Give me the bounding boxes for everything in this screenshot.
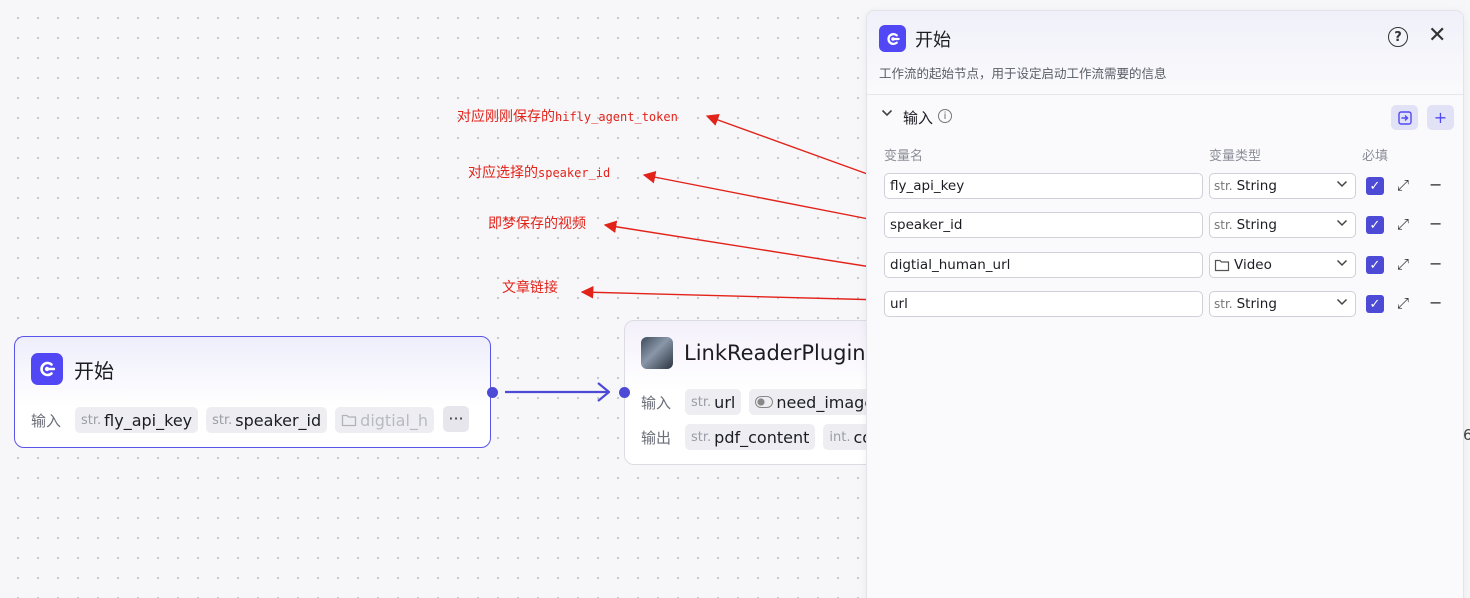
panel-divider [867, 94, 1463, 95]
import-icon [1397, 110, 1412, 125]
link-input-port[interactable] [619, 387, 630, 398]
remove-variable-button[interactable]: − [1429, 254, 1442, 273]
expand-icon[interactable]: ⤢ [1397, 255, 1409, 273]
variable-name-input[interactable]: digtial_human_url [884, 252, 1203, 278]
variable-type-select[interactable]: str. String [1209, 212, 1356, 238]
chevron-down-icon [1336, 296, 1348, 310]
required-checkbox[interactable]: ✓ [1366, 177, 1384, 195]
info-icon[interactable]: i [938, 109, 952, 123]
help-icon[interactable]: ? [1388, 27, 1408, 47]
import-button[interactable] [1391, 105, 1418, 130]
variable-type-select[interactable]: str. String [1209, 173, 1356, 199]
toggle-icon [755, 396, 774, 408]
plugin-avatar [641, 337, 673, 369]
link-node-outputs: 输出 str.pdf_content int.coc [641, 424, 887, 450]
param-tag: str. url [685, 389, 742, 415]
folder-icon [342, 414, 357, 427]
start-logo-icon [879, 25, 906, 52]
chevron-down-icon [1336, 257, 1348, 271]
edge-start-to-link [505, 382, 611, 402]
input-section-title: 输入 [903, 109, 934, 127]
remove-variable-button[interactable]: − [1429, 175, 1442, 194]
link-input-label: 输入 [641, 393, 672, 412]
variable-name-input[interactable]: url [884, 291, 1203, 317]
required-checkbox[interactable]: ✓ [1366, 295, 1384, 313]
param-tag: digtial_h [335, 407, 435, 433]
start-node-title: 开始 [74, 358, 114, 383]
link-node-title: LinkReaderPlugin [684, 341, 866, 365]
more-params-button[interactable]: ··· [443, 406, 469, 432]
annotation-1: 对应刚刚保存的hifly_agent_token [457, 109, 678, 125]
chevron-down-icon[interactable] [881, 107, 893, 121]
remove-variable-button[interactable]: − [1429, 293, 1442, 312]
annotation-2: 对应选择的speaker_id [468, 165, 611, 181]
panel-description: 工作流的起始节点，用于设定启动工作流需要的信息 [879, 66, 1167, 81]
start-node-inputs: 输入 str. fly_api_key str. speaker_id digtia… [31, 407, 435, 433]
col-header-type: 变量类型 [1209, 149, 1262, 164]
variable-name-input[interactable]: fly_api_key [884, 173, 1203, 199]
panel-title: 开始 [915, 30, 951, 51]
param-tag: str. fly_api_key [75, 407, 199, 433]
close-icon[interactable]: ✕ [1428, 24, 1446, 48]
annotation-arrow-1 [705, 113, 885, 181]
remove-variable-button[interactable]: − [1429, 214, 1442, 233]
col-header-required: 必填 [1362, 149, 1389, 164]
annotation-arrow-2 [642, 170, 885, 223]
start-node[interactable]: 开始 输入 str. fly_api_key str. speaker_id dig… [14, 336, 491, 448]
link-output-label: 输出 [641, 428, 672, 447]
start-node-header: 开始 [31, 353, 114, 385]
required-checkbox[interactable]: ✓ [1366, 216, 1384, 234]
link-reader-node[interactable]: LinkReaderPlugin 输入 str. url need_image_ … [624, 320, 889, 465]
annotation-arrow-3 [603, 220, 885, 270]
add-variable-button[interactable]: + [1427, 105, 1454, 130]
variable-name-input[interactable]: speaker_id [884, 212, 1203, 238]
variable-type-select[interactable]: Video [1209, 252, 1356, 278]
offscreen-text: 6 [1463, 426, 1470, 444]
annotation-3: 即梦保存的视频 [488, 216, 586, 232]
chevron-down-icon [1336, 217, 1348, 231]
link-node-header: LinkReaderPlugin [641, 337, 866, 369]
start-node-panel: 开始 ? ✕ 工作流的起始节点，用于设定启动工作流需要的信息 输入 i + 变量… [866, 10, 1464, 598]
start-input-label: 输入 [31, 411, 62, 430]
annotation-4: 文章链接 [502, 280, 558, 296]
expand-icon[interactable]: ⤢ [1397, 215, 1409, 233]
param-tag: str. pdf_content [685, 424, 816, 450]
col-header-name: 变量名 [884, 149, 924, 164]
variable-type-select[interactable]: str. String [1209, 291, 1356, 317]
expand-icon[interactable]: ⤢ [1397, 294, 1409, 312]
start-logo-icon [31, 353, 63, 385]
param-tag: str. speaker_id [206, 407, 328, 433]
annotation-arrow-4 [580, 286, 885, 301]
expand-icon[interactable]: ⤢ [1397, 176, 1409, 194]
required-checkbox[interactable]: ✓ [1366, 256, 1384, 274]
start-output-port[interactable] [487, 387, 498, 398]
chevron-down-icon [1336, 178, 1348, 192]
link-node-inputs: 输入 str. url need_image_ [641, 389, 889, 415]
folder-icon [1214, 259, 1230, 272]
